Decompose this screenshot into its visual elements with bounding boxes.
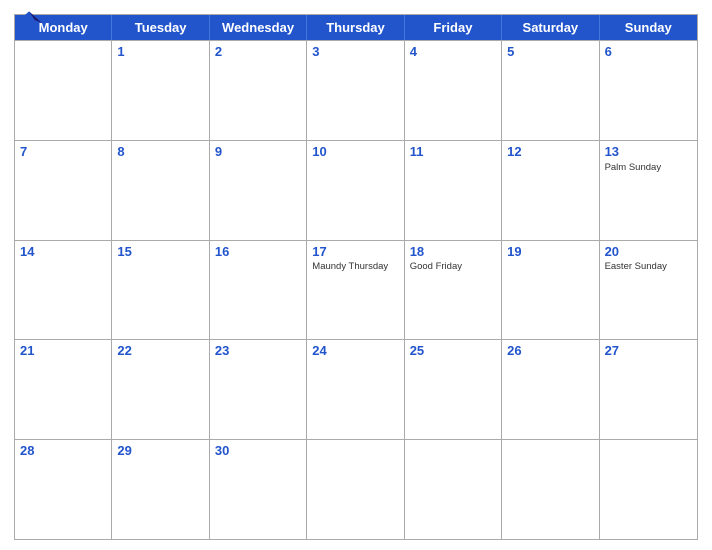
logo [14,10,44,30]
week-row-4: 21 22 23 24 25 26 27 [15,339,697,439]
calendar: MondayTuesdayWednesdayThursdayFridaySatu… [14,14,698,540]
day-number: 25 [410,343,496,360]
cal-cell: 9 [210,141,307,240]
cal-cell: 20Easter Sunday [600,241,697,340]
day-number: 12 [507,144,593,161]
day-number: 10 [312,144,398,161]
day-number: 14 [20,244,106,261]
week-row-3: 14151617Maundy Thursday18Good Friday1920… [15,240,697,340]
cal-cell: 29 [112,440,209,539]
day-number: 15 [117,244,203,261]
cal-cell: 19 [502,241,599,340]
day-number: 3 [312,44,398,61]
day-number: 24 [312,343,398,360]
cal-cell: 26 [502,340,599,439]
day-number: 29 [117,443,203,460]
week-row-2: 789 10 11 12 13Palm Sunday [15,140,697,240]
day-number: 21 [20,343,106,360]
day-number: 22 [117,343,203,360]
cal-cell: 7 [15,141,112,240]
cal-cell: 16 [210,241,307,340]
day-number: 17 [312,244,398,261]
day-number: 6 [605,44,692,61]
cal-cell: 13Palm Sunday [600,141,697,240]
cal-cell: 10 [307,141,404,240]
cal-cell: 1 [112,41,209,140]
day-number: 9 [215,144,301,161]
day-number: 23 [215,343,301,360]
calendar-day-headers: MondayTuesdayWednesdayThursdayFridaySatu… [15,15,697,40]
header-day-wednesday: Wednesday [210,15,307,40]
day-number: 13 [605,144,692,161]
day-number: 20 [605,244,692,261]
day-number: 30 [215,443,301,460]
holiday-label: Good Friday [410,261,496,272]
day-number: 7 [20,144,106,161]
page: MondayTuesdayWednesdayThursdayFridaySatu… [0,0,712,550]
cal-cell: 14 [15,241,112,340]
cal-cell: 21 [15,340,112,439]
header-day-thursday: Thursday [307,15,404,40]
holiday-label: Easter Sunday [605,261,692,272]
cal-cell: 27 [600,340,697,439]
day-number: 18 [410,244,496,261]
cal-cell: 6 [600,41,697,140]
cal-cell: 3 [307,41,404,140]
cal-cell: 11 [405,141,502,240]
week-row-5: 28 29 30 [15,439,697,539]
day-number: 27 [605,343,692,360]
header-day-sunday: Sunday [600,15,697,40]
cal-cell: 5 [502,41,599,140]
day-number: 1 [117,44,203,61]
day-number: 19 [507,244,593,261]
day-number: 16 [215,244,301,261]
header-day-saturday: Saturday [502,15,599,40]
logo-icon [14,10,44,30]
cal-cell: 2 [210,41,307,140]
cal-cell: 28 [15,440,112,539]
cal-cell: 15 [112,241,209,340]
cal-cell: 22 [112,340,209,439]
header-day-tuesday: Tuesday [112,15,209,40]
cal-cell [15,41,112,140]
cal-cell [600,440,697,539]
holiday-label: Maundy Thursday [312,261,398,272]
header-day-friday: Friday [405,15,502,40]
cal-cell: 12 [502,141,599,240]
cal-cell [405,440,502,539]
cal-cell: 17Maundy Thursday [307,241,404,340]
holiday-label: Palm Sunday [605,162,692,173]
cal-cell [502,440,599,539]
day-number: 26 [507,343,593,360]
cal-cell: 30 [210,440,307,539]
calendar-body: 12345678910111213Palm Sunday14151617Maun… [15,40,697,539]
cal-cell: 25 [405,340,502,439]
day-number: 28 [20,443,106,460]
cal-cell: 4 [405,41,502,140]
cal-cell: 23 [210,340,307,439]
day-number: 2 [215,44,301,61]
day-number: 4 [410,44,496,61]
day-number: 8 [117,144,203,161]
day-number: 11 [410,144,496,161]
cal-cell: 18Good Friday [405,241,502,340]
week-row-1: 123456 [15,40,697,140]
cal-cell [307,440,404,539]
cal-cell: 8 [112,141,209,240]
day-number: 5 [507,44,593,61]
cal-cell: 24 [307,340,404,439]
